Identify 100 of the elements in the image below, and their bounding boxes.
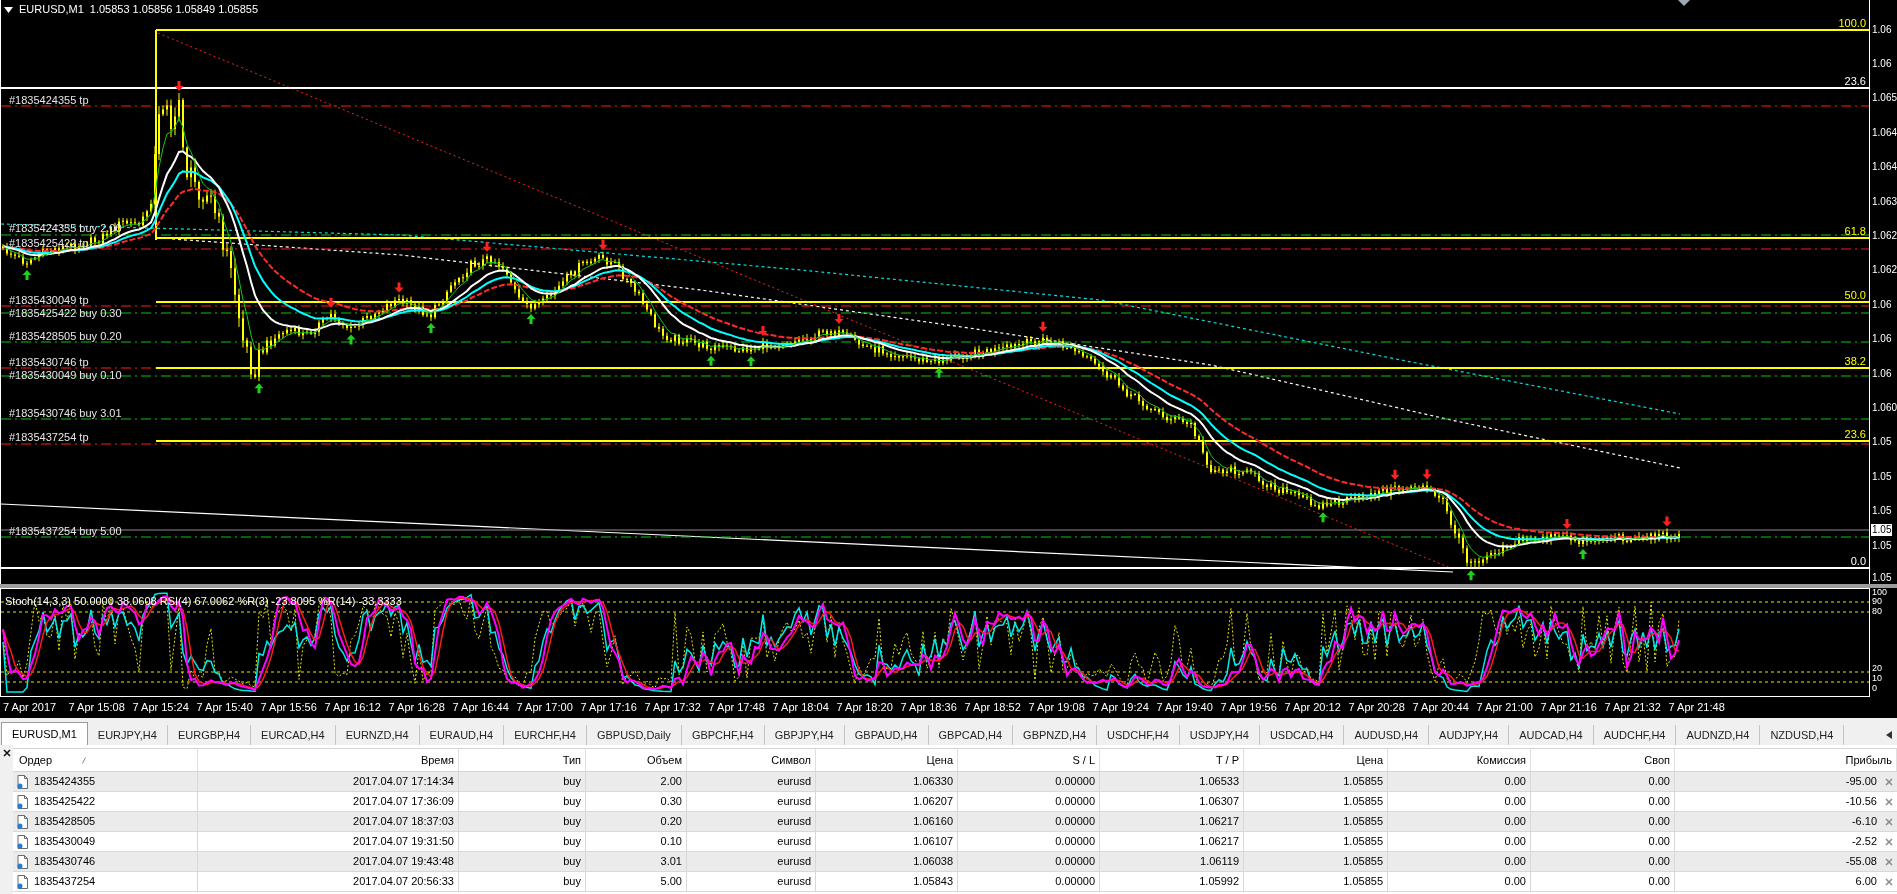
table-cell-text: 6.00 [1855, 874, 1877, 890]
time-label: 7 Apr 21:48 [1668, 701, 1725, 714]
table-cell: 0.00000 [958, 852, 1100, 871]
time-label: 7 Apr 15:56 [260, 701, 317, 714]
level-label: 0 [1872, 684, 1877, 693]
column-header[interactable]: Цена [816, 749, 958, 771]
table-cell-text: 1835425422 [34, 794, 96, 810]
time-label: 7 Apr 19:40 [1156, 701, 1213, 714]
order-label: #1835437254 buy 5.00 [9, 525, 122, 537]
table-row[interactable]: 1835430049 2017.04.07 19:31:50 buy 0.10 eurusd 1.06107 0.00000 1.06217 1.05855 0.00 0.00 -2.52 [13, 832, 1897, 852]
table-cell: 2017.04.07 19:31:50 [198, 832, 459, 851]
up-arrow-icon [22, 270, 32, 280]
time-label: 7 Apr 19:08 [1028, 701, 1085, 714]
column-header[interactable]: Прибыль [1675, 749, 1897, 771]
table-cell: 0.00 [1388, 852, 1531, 871]
table-cell: eurusd [687, 812, 816, 831]
up-arrow-icon [1578, 549, 1588, 559]
scroll-left-icon[interactable] [1886, 731, 1892, 739]
close-icon[interactable] [2, 749, 11, 757]
time-label: 7 Apr 17:16 [580, 701, 637, 714]
time-label: 7 Apr 21:00 [1476, 701, 1533, 714]
table-cell: 0.00 [1388, 772, 1531, 791]
document-icon [17, 814, 29, 829]
price-label: 1.064 [1872, 126, 1897, 139]
table-cell: buy [459, 772, 586, 791]
order-label: #1835424355 tp [9, 94, 89, 106]
fibonacci-level-label: 23.6 [1844, 75, 1866, 87]
up-arrow-icon [1466, 570, 1476, 581]
table-row[interactable]: 1835424355 2017.04.07 17:14:34 buy 2.00 eurusd 1.06330 0.00000 1.06533 1.05855 0.00 0.00 -95.00 [13, 772, 1897, 792]
chart-shift-marker-icon[interactable] [1678, 0, 1690, 6]
down-arrow-icon [1562, 519, 1572, 530]
table-cell: eurusd [687, 792, 816, 811]
table-cell: 5.00 [586, 872, 687, 891]
column-header[interactable]: Своп [1531, 749, 1675, 771]
document-icon [17, 874, 29, 889]
column-header[interactable]: Ордер [19, 751, 53, 769]
table-cell: eurusd [687, 872, 816, 891]
table-cell: 1.05855 [1244, 792, 1388, 811]
price-label: 1.06 [1872, 333, 1892, 346]
column-header[interactable]: T / P [1100, 749, 1244, 771]
time-label: 7 Apr 18:36 [900, 701, 957, 714]
table-row[interactable]: 1835425422 2017.04.07 17:36:09 buy 0.30 eurusd 1.06207 0.00000 1.06307 1.05855 0.00 0.00 -10.56 [13, 792, 1897, 812]
table-cell: 2017.04.07 18:37:03 [198, 812, 459, 831]
table-cell: 0.00 [1531, 832, 1675, 851]
column-header[interactable]: Тип [459, 749, 586, 771]
table-cell: 0.00 [1531, 852, 1675, 871]
table-cell: buy [459, 812, 586, 831]
table-cell: buy [459, 832, 586, 851]
table-cell: 1.05855 [1244, 852, 1388, 871]
table-cell-text: -55.08 [1845, 854, 1877, 870]
order-label: #1835430049 buy 0.10 [9, 369, 122, 381]
table-row[interactable]: 1835430746 2017.04.07 19:43:48 buy 3.01 eurusd 1.06038 0.00000 1.06119 1.05855 0.00 0.00 -55.08 [13, 852, 1897, 872]
table-cell: 0.20 [586, 812, 687, 831]
up-arrow-icon [1318, 512, 1328, 523]
table-cell: 1.06107 [816, 832, 958, 851]
column-header[interactable]: Комиссия [1388, 749, 1531, 771]
column-header[interactable]: Время [198, 749, 459, 771]
price-label: 1.05 [1872, 436, 1892, 449]
price-label: 1.06 [1872, 367, 1892, 380]
fibonacci-level-label: 38.2 [1844, 355, 1866, 367]
table-cell: eurusd [687, 852, 816, 871]
table-cell: 0.00 [1531, 792, 1675, 811]
down-arrow-icon [1390, 469, 1400, 480]
order-label: #1835425422 tp [9, 237, 89, 249]
table-cell: 1.06038 [816, 852, 958, 871]
table-cell-text: 1835428505 [34, 814, 96, 830]
table-row[interactable]: 1835428505 2017.04.07 18:37:03 buy 0.20 eurusd 1.06160 0.00000 1.06217 1.05855 0.00 0.00 -6.10 [13, 812, 1897, 832]
table-row[interactable]: 1835437254 2017.04.07 20:56:33 buy 5.00 eurusd 1.05843 0.00000 1.05992 1.05855 0.00 0.00 6.00 [13, 872, 1897, 892]
fibonacci-level-label: 61.8 [1844, 225, 1866, 237]
column-header[interactable]: Объем [586, 749, 687, 771]
table-cell: 0.00 [1531, 872, 1675, 891]
time-label: 7 Apr 17:00 [516, 701, 573, 714]
time-label: 7 Apr 21:32 [1604, 701, 1661, 714]
table-cell: 0.00 [1388, 872, 1531, 891]
price-label: 1.06 [1872, 57, 1892, 70]
column-header[interactable]: Символ [687, 749, 816, 771]
table-cell: 0.00 [1388, 832, 1531, 851]
level-label: 90 [1872, 597, 1882, 606]
table-cell: 0.00000 [958, 812, 1100, 831]
table-cell: 1.05843 [816, 872, 958, 891]
table-cell: 1.06119 [1100, 852, 1244, 871]
chart-tab[interactable]: EURUSD,M1 [1, 722, 88, 745]
table-cell: 1.06533 [1100, 772, 1244, 791]
table-cell: 2.00 [586, 772, 687, 791]
column-header[interactable]: S / L [958, 749, 1100, 771]
fibonacci-level-label: 50.0 [1844, 289, 1866, 301]
table-cell: 3.01 [586, 852, 687, 871]
order-label: #1835437254 tp [9, 431, 89, 443]
sort-indicator-icon [82, 756, 87, 764]
fibonacci-level-label: 100.0 [1838, 17, 1866, 29]
time-label: 7 Apr 17:32 [644, 701, 701, 714]
dropdown-triangle-icon[interactable] [4, 6, 13, 13]
table-cell: 1.06330 [816, 772, 958, 791]
price-label: 1.06 [1872, 23, 1892, 36]
table-cell: 2017.04.07 19:43:48 [198, 852, 459, 871]
level-label: 20 [1872, 664, 1882, 673]
column-header[interactable]: Цена [1244, 749, 1388, 771]
order-label: #1835430746 tp [9, 356, 89, 368]
table-cell: 0.00 [1388, 792, 1531, 811]
table-cell: 1.06160 [816, 812, 958, 831]
